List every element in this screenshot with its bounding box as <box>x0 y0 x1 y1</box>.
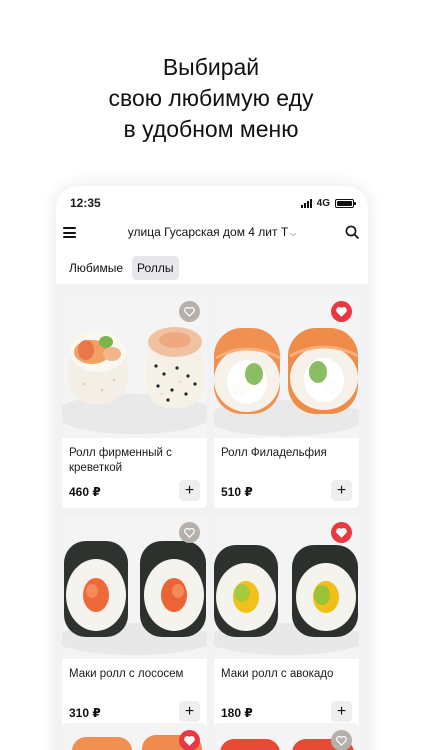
chevron-down-icon: ⌵ <box>290 229 297 238</box>
product-card[interactable] <box>214 723 359 750</box>
status-bar: 12:35 4G <box>56 196 368 212</box>
category-filters: Любимые Роллы <box>64 256 179 280</box>
product-image <box>62 294 207 438</box>
status-time: 12:35 <box>70 196 101 210</box>
network-label: 4G <box>316 198 330 209</box>
add-to-cart-button[interactable]: + <box>331 701 352 722</box>
promo-headline: Выбирай свою любимую еду в удобном меню <box>0 52 422 145</box>
address-selector[interactable]: улица Гусарская дом 4 лит Т ⌵ <box>96 225 328 239</box>
favorite-heart-icon[interactable] <box>331 522 352 543</box>
app-header: 12:35 4G улица Гусарская дом 4 лит Т ⌵ Л… <box>56 186 368 284</box>
add-to-cart-button[interactable]: + <box>179 701 200 722</box>
product-card[interactable]: Маки ролл с авокадо 180 ₽ + <box>214 515 359 729</box>
favorite-heart-icon[interactable] <box>331 730 352 750</box>
favorite-heart-icon[interactable] <box>179 301 200 322</box>
product-image <box>214 515 359 659</box>
product-card[interactable]: Ролл Филадельфия 510 ₽ + <box>214 294 359 508</box>
signal-icon <box>300 199 312 208</box>
favorite-heart-icon[interactable] <box>179 730 200 750</box>
product-name: Ролл Филадельфия <box>221 447 327 459</box>
hamburger-menu-icon[interactable] <box>63 227 76 238</box>
filter-rolls[interactable]: Роллы <box>132 256 179 280</box>
product-name: Маки ролл с лососем <box>69 668 184 680</box>
product-image <box>214 294 359 438</box>
product-card[interactable]: Ролл фирменный с креветкой 460 ₽ + <box>62 294 207 508</box>
product-image <box>214 723 359 750</box>
favorite-heart-icon[interactable] <box>331 301 352 322</box>
product-card[interactable]: Маки ролл с лососем 310 ₽ + <box>62 515 207 729</box>
product-price: 310 ₽ <box>69 706 101 720</box>
phone-frame: 12:35 4G улица Гусарская дом 4 лит Т ⌵ Л… <box>56 186 368 750</box>
product-card[interactable] <box>62 723 207 750</box>
product-image <box>62 515 207 659</box>
add-to-cart-button[interactable]: + <box>331 480 352 501</box>
search-icon[interactable] <box>345 225 359 239</box>
favorite-heart-icon[interactable] <box>179 522 200 543</box>
product-image <box>62 723 207 750</box>
product-name: Маки ролл с авокадо <box>221 668 334 680</box>
status-indicators: 4G <box>300 198 356 209</box>
product-price: 510 ₽ <box>221 485 253 499</box>
battery-icon <box>335 199 356 208</box>
product-price: 460 ₽ <box>69 485 101 499</box>
promo-line-3: в удобном меню <box>123 116 299 142</box>
address-text: улица Гусарская дом 4 лит Т <box>127 225 289 239</box>
promo-line-1: Выбирай <box>162 54 260 80</box>
promo-line-2: свою любимую еду <box>108 85 314 111</box>
product-price: 180 ₽ <box>221 706 253 720</box>
add-to-cart-button[interactable]: + <box>179 480 200 501</box>
app-bar: улица Гусарская дом 4 лит Т ⌵ <box>56 222 368 244</box>
filter-favorites[interactable]: Любимые <box>64 256 128 280</box>
product-name: Ролл фирменный с креветкой <box>69 447 172 474</box>
